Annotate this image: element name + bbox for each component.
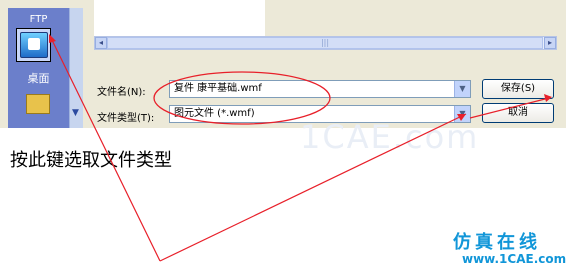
desktop-place-button[interactable] <box>16 28 51 62</box>
folder-icon[interactable] <box>26 94 50 114</box>
file-list-area[interactable] <box>94 0 265 36</box>
file-save-dialog: FTP 桌面 ▼ ◂ ||| ▸ 文件名(N): 复件 康平基础.wmf ▼ 文… <box>0 0 566 128</box>
places-ftp-label: FTP <box>29 14 48 25</box>
filetype-label: 文件类型(T): <box>97 113 155 124</box>
logo-text: 仿真在线 <box>453 232 541 253</box>
scroll-thumb[interactable]: ||| <box>107 37 543 49</box>
filename-value: 复件 康平基础.wmf <box>174 83 262 94</box>
filename-label: 文件名(N): <box>97 87 146 98</box>
horizontal-scrollbar[interactable]: ◂ ||| ▸ <box>94 36 557 50</box>
scroll-right-icon[interactable]: ▸ <box>544 37 556 49</box>
dropdown-arrow-icon[interactable]: ▼ <box>454 81 470 97</box>
places-bar: FTP 桌面 <box>8 8 69 128</box>
instruction-caption: 按此键选取文件类型 <box>10 150 172 171</box>
cancel-button[interactable]: 取消 <box>482 103 554 123</box>
desktop-icon <box>19 32 48 58</box>
save-button[interactable]: 保存(S) <box>482 79 554 99</box>
filename-field[interactable]: 复件 康平基础.wmf ▼ <box>169 80 471 98</box>
logo-url: www.1CAE.com <box>462 252 566 266</box>
desktop-place-label: 桌面 <box>27 72 50 85</box>
watermark: 1CAE.com <box>300 118 480 156</box>
scroll-down-icon[interactable]: ▼ <box>69 108 82 122</box>
scroll-left-icon[interactable]: ◂ <box>95 37 107 49</box>
filetype-value: 图元文件 (*.wmf) <box>174 108 255 119</box>
